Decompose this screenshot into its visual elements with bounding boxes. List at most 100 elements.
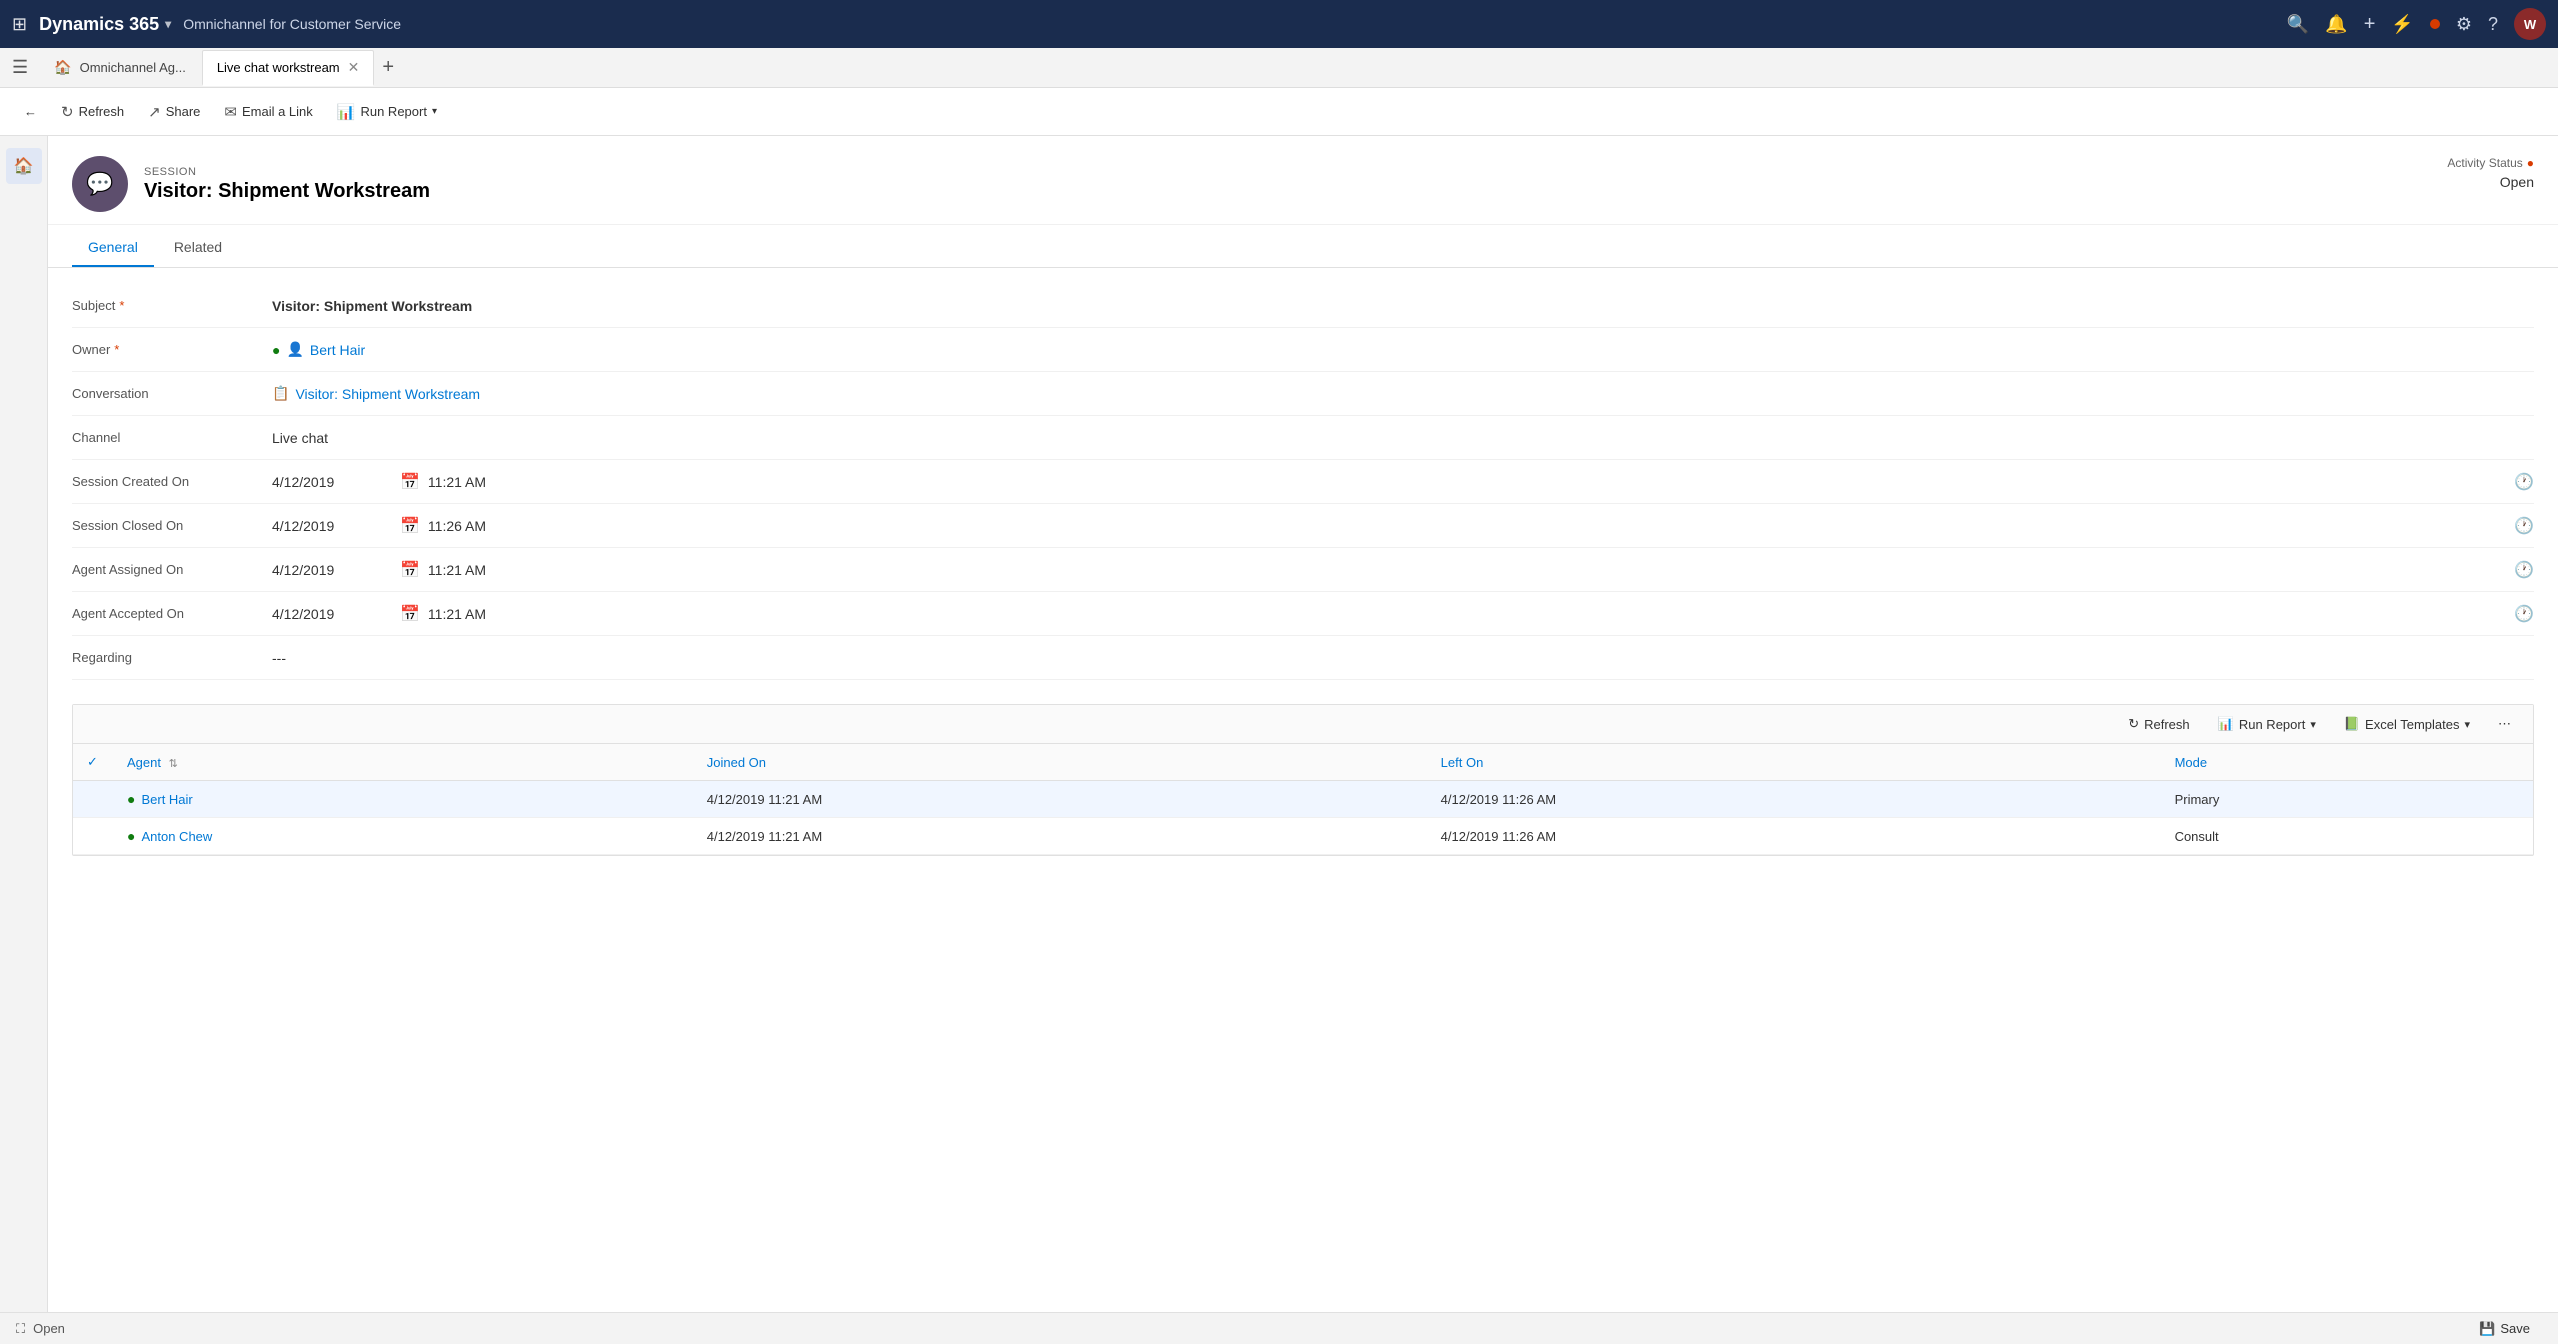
session-created-time[interactable]: 11:21 AM — [428, 474, 486, 490]
session-created-clock-icon[interactable]: 🕐 — [2514, 472, 2534, 492]
check-icon[interactable]: ✓ — [87, 754, 98, 769]
subject-value[interactable]: Visitor: Shipment Workstream — [272, 298, 2534, 314]
status-open-label: Open — [33, 1321, 65, 1336]
email-link-button[interactable]: ✉ Email a Link — [214, 97, 322, 127]
new-tab-icon[interactable]: + — [376, 56, 400, 79]
field-agent-assigned: Agent Assigned On 4/12/2019 📅 11:21 AM 🕐 — [72, 548, 2534, 592]
tab-related[interactable]: Related — [158, 229, 238, 267]
session-created-label: Session Created On — [72, 474, 272, 489]
tab-omnichannel[interactable]: 🏠 Omnichannel Ag... — [40, 50, 200, 86]
subgrid-more-button[interactable]: ⋯ — [2488, 711, 2521, 737]
back-button[interactable]: ← — [14, 98, 47, 125]
refresh-label: Refresh — [79, 104, 125, 119]
run-report-button[interactable]: 📊 Run Report ▾ — [327, 97, 447, 127]
table-row[interactable]: ● Anton Chew 4/12/2019 11:21 AM 4/12/201… — [73, 818, 2533, 855]
tab-bar: ☰ 🏠 Omnichannel Ag... Live chat workstre… — [0, 48, 2558, 88]
row2-mode: Consult — [2161, 818, 2533, 855]
tab-close-icon[interactable]: ✕ — [348, 59, 360, 76]
sidebar-home-icon[interactable]: 🏠 — [6, 148, 42, 184]
agent2-status-icon: ● — [127, 828, 135, 844]
subgrid-toolbar: ↻ Refresh 📊 Run Report ▾ 📗 Excel Templat… — [73, 705, 2533, 744]
session-closed-time[interactable]: 11:26 AM — [428, 518, 486, 534]
search-icon[interactable]: 🔍 — [2287, 14, 2309, 35]
agent-accepted-clock-icon[interactable]: 🕐 — [2514, 604, 2534, 624]
session-closed-label: Session Closed On — [72, 518, 272, 533]
record-header-left: 💬 SESSION Visitor: Shipment Workstream — [72, 156, 430, 212]
field-channel: Channel Live chat — [72, 416, 2534, 460]
owner-value: ● 👤 Bert Hair — [272, 341, 2534, 358]
refresh-button[interactable]: ↻ Refresh — [51, 97, 134, 127]
app-title-group: Dynamics 365 ▾ — [39, 14, 171, 35]
filter-icon[interactable]: ⚡ — [2391, 14, 2413, 35]
agent2-link[interactable]: Anton Chew — [141, 829, 212, 844]
field-subject: Subject * Visitor: Shipment Workstream — [72, 284, 2534, 328]
conversation-value: 📋 Visitor: Shipment Workstream — [272, 385, 2534, 402]
agent-accepted-date[interactable]: 4/12/2019 — [272, 606, 392, 622]
col-mode[interactable]: Mode — [2161, 744, 2533, 781]
bell-icon[interactable]: 🔔 — [2325, 14, 2347, 35]
tab-livechat-label: Live chat workstream — [217, 60, 340, 75]
subgrid-refresh-button[interactable]: ↻ Refresh — [2118, 711, 2199, 737]
session-created-cal-icon[interactable]: 📅 — [400, 472, 420, 492]
row1-joined: 4/12/2019 11:21 AM — [693, 781, 1427, 818]
subject-label: Subject * — [72, 298, 272, 313]
record-title: Visitor: Shipment Workstream — [144, 180, 430, 203]
app-title-chevron[interactable]: ▾ — [165, 17, 171, 31]
agent1-link[interactable]: Bert Hair — [141, 792, 192, 807]
record-type-label: SESSION — [144, 166, 430, 178]
agent-assigned-date[interactable]: 4/12/2019 — [272, 562, 392, 578]
activity-status-value: Open — [2447, 174, 2534, 190]
tab-livechat[interactable]: Live chat workstream ✕ — [202, 50, 375, 86]
grid-icon[interactable]: ⊞ — [12, 14, 27, 35]
agent-accepted-cal-icon[interactable]: 📅 — [400, 604, 420, 624]
table-row[interactable]: ● Bert Hair 4/12/2019 11:21 AM 4/12/2019… — [73, 781, 2533, 818]
status-bar: ⛶ Open 💾 Save — [0, 1312, 2558, 1344]
owner-link[interactable]: ● 👤 Bert Hair — [272, 341, 2534, 358]
tab-general[interactable]: General — [72, 229, 154, 267]
agent-sort-icon[interactable]: ⇅ — [169, 758, 178, 770]
agent-assigned-cal-icon[interactable]: 📅 — [400, 560, 420, 580]
owner-label: Owner * — [72, 342, 272, 357]
subgrid-excel-icon: 📗 — [2344, 716, 2360, 732]
settings-icon[interactable]: ⚙ — [2456, 14, 2472, 35]
col-agent[interactable]: Agent ⇅ — [113, 744, 693, 781]
top-nav-actions: 🔍 🔔 + ⚡ ⚙ ? W — [2287, 8, 2546, 40]
user-avatar[interactable]: W — [2514, 8, 2546, 40]
session-closed-clock-icon[interactable]: 🕐 — [2514, 516, 2534, 536]
tab-omnichannel-label: Omnichannel Ag... — [80, 60, 186, 75]
status-right: 💾 Save — [2467, 1317, 2542, 1341]
record-toolbar: ← ↻ Refresh ↗ Share ✉ Email a Link 📊 Run… — [0, 88, 2558, 136]
form-section: Subject * Visitor: Shipment Workstream O… — [48, 268, 2558, 696]
activity-status-asterisk: ● — [2527, 156, 2534, 170]
channel-value: Live chat — [272, 430, 2534, 446]
col-left-on[interactable]: Left On — [1427, 744, 2161, 781]
app-subtitle: Omnichannel for Customer Service — [183, 16, 401, 32]
session-created-date[interactable]: 4/12/2019 — [272, 474, 392, 490]
row2-joined: 4/12/2019 11:21 AM — [693, 818, 1427, 855]
status-expand-icon[interactable]: ⛶ — [16, 1321, 25, 1337]
agent1-status-icon: ● — [127, 791, 135, 807]
agent-assigned-clock-icon[interactable]: 🕐 — [2514, 560, 2534, 580]
agents-table: ✓ Agent ⇅ Joined On Left On — [73, 744, 2533, 855]
session-closed-date[interactable]: 4/12/2019 — [272, 518, 392, 534]
sidebar-toggle-icon[interactable]: ☰ — [8, 57, 32, 78]
plus-icon[interactable]: + — [2364, 13, 2376, 36]
tab-omnichannel-icon: 🏠 — [54, 59, 71, 76]
session-closed-cal-icon[interactable]: 📅 — [400, 516, 420, 536]
help-icon[interactable]: ? — [2488, 14, 2498, 35]
col-joined-on[interactable]: Joined On — [693, 744, 1427, 781]
save-button[interactable]: 💾 Save — [2467, 1317, 2542, 1341]
subgrid-report-icon: 📊 — [2218, 716, 2234, 732]
share-button[interactable]: ↗ Share — [138, 97, 210, 127]
owner-status-dot: ● — [272, 342, 280, 358]
subgrid-run-report-button[interactable]: 📊 Run Report ▾ — [2208, 711, 2326, 737]
subgrid-excel-button[interactable]: 📗 Excel Templates ▾ — [2334, 711, 2480, 737]
regarding-value[interactable]: --- — [272, 650, 2534, 666]
agent-assigned-label: Agent Assigned On — [72, 562, 272, 577]
agent-accepted-time[interactable]: 11:21 AM — [428, 606, 486, 622]
field-agent-accepted: Agent Accepted On 4/12/2019 📅 11:21 AM 🕐 — [72, 592, 2534, 636]
row2-check — [73, 818, 113, 855]
conversation-link[interactable]: 📋 Visitor: Shipment Workstream — [272, 385, 2534, 402]
agent-assigned-time[interactable]: 11:21 AM — [428, 562, 486, 578]
email-icon: ✉ — [224, 103, 237, 121]
